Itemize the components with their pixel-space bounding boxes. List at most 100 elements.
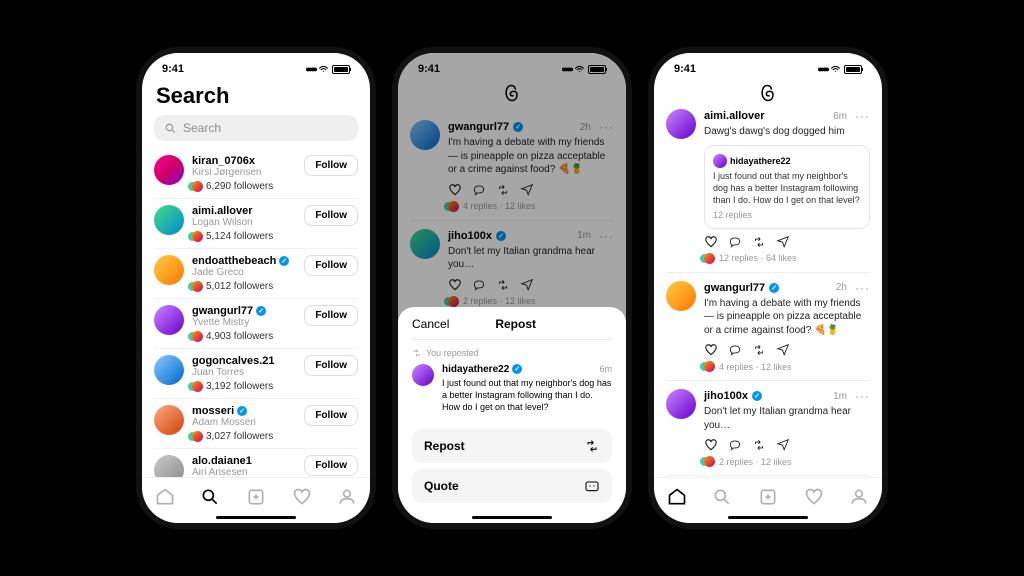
user-name: Logan Wilson	[192, 217, 296, 228]
follow-button[interactable]: Follow	[304, 255, 358, 276]
repliers-avatars-icon	[704, 361, 715, 372]
search-input[interactable]: Search	[154, 115, 358, 141]
follow-button[interactable]: Follow	[304, 155, 358, 176]
post-handle[interactable]: aimi.allover	[704, 110, 765, 122]
follow-button[interactable]: Follow	[304, 305, 358, 326]
verified-icon	[256, 306, 266, 316]
status-bar: 9:41	[142, 53, 370, 79]
user-row[interactable]: gwangurl77 Yvette Mistry 4,903 followers…	[154, 299, 358, 349]
follow-button[interactable]: Follow	[304, 455, 358, 476]
post-handle[interactable]: hidayathere22	[442, 364, 509, 375]
signal-icon	[305, 63, 315, 75]
quote-icon	[584, 479, 600, 493]
avatar[interactable]	[154, 205, 184, 235]
quote-handle[interactable]: hidayathere22	[730, 156, 791, 166]
post-time: 6m	[599, 364, 612, 374]
user-row[interactable]: endoatthebeach Jade Greco 5,012 follower…	[154, 249, 358, 299]
more-icon[interactable]: ···	[855, 389, 870, 403]
post-meta[interactable]: 12 replies · 64 likes	[704, 253, 870, 264]
verified-icon	[752, 391, 762, 401]
send-icon[interactable]	[776, 343, 790, 357]
user-followers: 4,903 followers	[192, 331, 296, 342]
like-icon[interactable]	[704, 235, 718, 249]
status-icons	[817, 63, 862, 75]
home-indicator[interactable]	[472, 516, 552, 519]
avatar[interactable]	[154, 155, 184, 185]
avatar[interactable]	[666, 109, 696, 139]
quote-card[interactable]: hidayathere22 I just found out that my n…	[704, 145, 870, 229]
status-time: 9:41	[162, 63, 184, 75]
tab-search[interactable]	[200, 487, 220, 507]
home-indicator[interactable]	[728, 516, 808, 519]
tab-activity[interactable]	[292, 487, 312, 507]
post[interactable]: aimi.allover 6m ··· Dawg's dawg's dog do…	[666, 101, 870, 273]
post[interactable]: jiho100x 1m ··· Don't let my Italian gra…	[666, 381, 870, 476]
phone-feed-screen: 9:41 aimi.allover 6m ··· Dawg's dawg's d…	[654, 53, 882, 523]
search-icon	[164, 122, 177, 135]
tab-activity[interactable]	[804, 487, 824, 507]
reply-icon[interactable]	[728, 438, 742, 452]
repost-icon[interactable]	[752, 343, 766, 357]
quote-button[interactable]: Quote	[412, 469, 612, 503]
like-icon[interactable]	[704, 343, 718, 357]
tab-search[interactable]	[712, 487, 732, 507]
followers-avatars-icon	[192, 281, 203, 292]
home-indicator[interactable]	[216, 516, 296, 519]
user-handle[interactable]: gwangurl77	[192, 305, 253, 317]
user-handle[interactable]: kiran_0706x	[192, 155, 255, 167]
send-icon[interactable]	[776, 438, 790, 452]
avatar[interactable]	[154, 255, 184, 285]
user-handle[interactable]: endoatthebeach	[192, 255, 276, 267]
avatar[interactable]	[154, 355, 184, 385]
send-icon[interactable]	[776, 235, 790, 249]
repost-button[interactable]: Repost	[412, 429, 612, 463]
tab-profile[interactable]	[337, 487, 357, 507]
avatar[interactable]	[666, 281, 696, 311]
avatar[interactable]	[154, 305, 184, 335]
sheet-title: Repost	[419, 317, 612, 331]
user-handle[interactable]: alo.daiane1	[192, 455, 252, 467]
tab-profile[interactable]	[849, 487, 869, 507]
post-handle[interactable]: jiho100x	[704, 390, 748, 402]
repost-icon[interactable]	[752, 235, 766, 249]
avatar[interactable]	[154, 405, 184, 435]
post-time: 2h	[836, 282, 847, 293]
post-meta[interactable]: 4 replies · 12 likes	[704, 361, 870, 372]
tab-home[interactable]	[667, 487, 687, 507]
post-actions	[704, 438, 870, 452]
verified-icon	[512, 364, 522, 374]
post-text: I'm having a debate with my friends — is…	[704, 297, 870, 338]
wifi-icon	[830, 65, 841, 73]
follow-button[interactable]: Follow	[304, 355, 358, 376]
tab-compose[interactable]	[758, 487, 778, 507]
post-time: 1m	[833, 391, 847, 402]
follow-button[interactable]: Follow	[304, 205, 358, 226]
user-handle[interactable]: mosseri	[192, 405, 234, 417]
more-icon[interactable]: ···	[855, 281, 870, 295]
tab-home[interactable]	[155, 487, 175, 507]
tab-compose[interactable]	[246, 487, 266, 507]
user-list: kiran_0706x Kirsi Jørgensen 6,290 follow…	[142, 149, 370, 491]
reply-icon[interactable]	[728, 235, 742, 249]
follow-button[interactable]: Follow	[304, 405, 358, 426]
verified-icon	[279, 256, 289, 266]
reply-icon[interactable]	[728, 343, 742, 357]
repost-icon[interactable]	[752, 438, 766, 452]
user-row[interactable]: gogoncalves.21 Juan Torres 3,192 followe…	[154, 349, 358, 399]
like-icon[interactable]	[704, 438, 718, 452]
feed: aimi.allover 6m ··· Dawg's dawg's dog do…	[654, 101, 882, 477]
page-title: Search	[142, 79, 370, 115]
user-row[interactable]: kiran_0706x Kirsi Jørgensen 6,290 follow…	[154, 149, 358, 199]
post[interactable]: gwangurl77 2h ··· I'm having a debate wi…	[666, 273, 870, 382]
post-handle[interactable]: gwangurl77	[704, 282, 765, 294]
repost-icon	[584, 439, 600, 453]
avatar[interactable]	[666, 389, 696, 419]
post-actions	[704, 343, 870, 357]
user-handle[interactable]: gogoncalves.21	[192, 355, 275, 367]
more-icon[interactable]: ···	[855, 109, 870, 123]
user-handle[interactable]: aimi.allover	[192, 205, 253, 217]
user-row[interactable]: aimi.allover Logan Wilson 5,124 follower…	[154, 199, 358, 249]
post-meta[interactable]: 2 replies · 12 likes	[704, 456, 870, 467]
avatar	[713, 154, 727, 168]
user-row[interactable]: mosseri Adam Mosseri 3,027 followers Fol…	[154, 399, 358, 449]
